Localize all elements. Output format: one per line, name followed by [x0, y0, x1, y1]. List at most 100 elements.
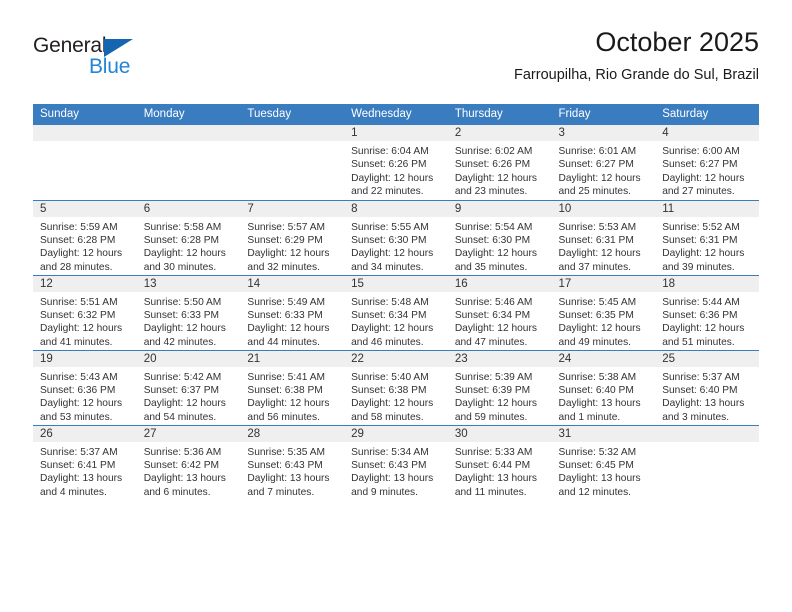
sunset-text: Sunset: 6:30 PM	[454, 234, 531, 246]
day-details: Sunrise: 6:02 AM Sunset: 6:26 PM Daylight:…	[448, 141, 552, 199]
day-number: 17	[551, 275, 656, 292]
day-details	[33, 141, 137, 145]
day-number: 28	[240, 425, 345, 442]
daylight-text-cont: and 39 minutes.	[662, 261, 735, 273]
day-cell[interactable]: 9 Sunrise: 5:54 AM Sunset: 6:30 PM Daylight…	[447, 199, 552, 275]
sunset-text: Sunset: 6:29 PM	[247, 234, 323, 246]
daylight-text-cont: and 23 minutes.	[454, 186, 528, 198]
day-number: 5	[33, 200, 137, 217]
sunrise-text: Sunrise: 5:40 AM	[351, 371, 429, 383]
sunset-text: Sunset: 6:38 PM	[351, 384, 427, 396]
daylight-text-cont: and 22 minutes.	[351, 186, 424, 198]
day-cell[interactable]: 12 Sunrise: 5:51 AM Sunset: 6:32 PM Dayligh…	[33, 274, 137, 350]
sunset-text: Sunset: 6:38 PM	[247, 384, 323, 396]
day-cell[interactable]: 29 Sunrise: 5:34 AM Sunset: 6:43 PM Dayligh…	[344, 424, 448, 500]
day-number: 25	[655, 350, 759, 367]
day-cell[interactable]: 16 Sunrise: 5:46 AM Sunset: 6:34 PM Dayligh…	[447, 274, 552, 350]
day-cell[interactable]: 15 Sunrise: 5:48 AM Sunset: 6:34 PM Dayligh…	[344, 274, 448, 350]
day-number: 7	[240, 200, 345, 217]
title-block: October 2025 Farroupilha, Rio Grande do …	[514, 26, 759, 85]
sunset-text: Sunset: 6:34 PM	[454, 309, 531, 321]
day-cell[interactable]: 27 Sunrise: 5:36 AM Sunset: 6:42 PM Dayligh…	[136, 424, 241, 500]
day-cell[interactable]: 13 Sunrise: 5:50 AM Sunset: 6:33 PM Dayligh…	[136, 274, 241, 350]
sunset-text: Sunset: 6:31 PM	[558, 234, 634, 246]
day-cell[interactable]: 18 Sunrise: 5:44 AM Sunset: 6:36 PM Dayligh…	[655, 274, 759, 350]
daylight-text: Daylight: 12 hours	[351, 398, 434, 410]
day-number: 3	[551, 125, 656, 141]
day-details: Sunrise: 5:45 AM Sunset: 6:35 PM Daylight:…	[552, 292, 656, 350]
day-details: Sunrise: 5:40 AM Sunset: 6:38 PM Daylight:…	[344, 367, 448, 425]
daylight-text-cont: and 56 minutes.	[247, 411, 320, 423]
sunrise-text: Sunrise: 5:58 AM	[143, 221, 222, 233]
day-number: 14	[240, 275, 345, 292]
day-cell[interactable]: 7 Sunrise: 5:57 AM Sunset: 6:29 PM Daylight…	[240, 199, 345, 275]
sunset-text: Sunset: 6:33 PM	[247, 309, 323, 321]
daylight-text: Daylight: 12 hours	[247, 398, 330, 410]
sunset-text: Sunset: 6:43 PM	[351, 459, 427, 471]
day-details: Sunrise: 5:51 AM Sunset: 6:32 PM Daylight:…	[33, 292, 137, 350]
sunrise-text: Sunrise: 5:53 AM	[558, 221, 637, 233]
day-cell[interactable]: 8 Sunrise: 5:55 AM Sunset: 6:30 PM Daylight…	[344, 199, 448, 275]
daylight-text-cont: and 47 minutes.	[454, 336, 528, 348]
sunset-text: Sunset: 6:28 PM	[40, 234, 116, 246]
sunset-text: Sunset: 6:26 PM	[454, 159, 531, 171]
day-details: Sunrise: 5:36 AM Sunset: 6:42 PM Daylight:…	[137, 442, 241, 500]
day-cell[interactable]: 19 Sunrise: 5:43 AM Sunset: 6:36 PM Dayligh…	[33, 349, 137, 425]
sunrise-text: Sunrise: 6:01 AM	[558, 146, 637, 157]
weekday-header-sunday: Sunday	[33, 104, 137, 125]
day-cell[interactable]: 17 Sunrise: 5:45 AM Sunset: 6:35 PM Dayligh…	[551, 274, 656, 350]
day-number	[136, 125, 241, 141]
sunrise-text: Sunrise: 5:52 AM	[662, 221, 740, 233]
calendar-header-row: Sunday Monday Tuesday Wednesday Thursday…	[33, 104, 759, 125]
day-cell[interactable]: 11 Sunrise: 5:52 AM Sunset: 6:31 PM Dayligh…	[655, 199, 759, 275]
day-cell[interactable]: 1 Sunrise: 6:04 AM Sunset: 6:26 PM Daylight…	[344, 125, 448, 200]
day-number: 26	[33, 425, 137, 442]
day-number: 31	[551, 425, 656, 442]
day-cell[interactable]: 4 Sunrise: 6:00 AM Sunset: 6:27 PM Daylight…	[655, 125, 759, 200]
day-cell[interactable]: 21 Sunrise: 5:41 AM Sunset: 6:38 PM Dayligh…	[240, 349, 345, 425]
sunrise-text: Sunrise: 5:37 AM	[662, 371, 740, 383]
day-cell[interactable]: 28 Sunrise: 5:35 AM Sunset: 6:43 PM Dayligh…	[240, 424, 345, 500]
day-details	[137, 141, 241, 145]
day-details: Sunrise: 5:59 AM Sunset: 6:28 PM Daylight:…	[33, 217, 137, 275]
page-header: General Blue October 2025 Farroupilha, R…	[33, 26, 759, 98]
day-cell[interactable]: 6 Sunrise: 5:58 AM Sunset: 6:28 PM Daylight…	[136, 199, 241, 275]
day-cell[interactable]: 3 Sunrise: 6:01 AM Sunset: 6:27 PM Daylight…	[551, 125, 656, 200]
day-cell[interactable]: 20 Sunrise: 5:42 AM Sunset: 6:37 PM Dayligh…	[136, 349, 241, 425]
day-cell[interactable]: 30 Sunrise: 5:33 AM Sunset: 6:44 PM Dayligh…	[447, 424, 552, 500]
day-details: Sunrise: 5:35 AM Sunset: 6:43 PM Daylight:…	[240, 442, 344, 500]
day-cell[interactable]: 22 Sunrise: 5:40 AM Sunset: 6:38 PM Dayligh…	[344, 349, 448, 425]
day-cell[interactable]: 10 Sunrise: 5:53 AM Sunset: 6:31 PM Dayligh…	[551, 199, 656, 275]
day-details: Sunrise: 5:50 AM Sunset: 6:33 PM Daylight:…	[137, 292, 241, 350]
day-number: 19	[33, 350, 137, 367]
sunrise-text: Sunrise: 5:54 AM	[454, 221, 533, 233]
day-details: Sunrise: 5:32 AM Sunset: 6:45 PM Daylight:…	[552, 442, 656, 500]
daylight-text: Daylight: 12 hours	[143, 323, 226, 335]
day-cell[interactable]: 24 Sunrise: 5:38 AM Sunset: 6:40 PM Dayligh…	[551, 349, 656, 425]
sunrise-text: Sunrise: 5:34 AM	[351, 446, 429, 458]
calendar-week-row: 12 Sunrise: 5:51 AM Sunset: 6:32 PM Dayligh…	[33, 274, 759, 350]
logo-text-blue: Blue	[89, 55, 131, 78]
daylight-text: Daylight: 12 hours	[351, 172, 434, 184]
day-number: 27	[136, 425, 241, 442]
day-cell[interactable]: 26 Sunrise: 5:37 AM Sunset: 6:41 PM Dayligh…	[33, 424, 137, 500]
calendar-week-row: 1 Sunrise: 6:04 AM Sunset: 6:26 PM Daylight…	[33, 125, 759, 200]
day-cell[interactable]: 14 Sunrise: 5:49 AM Sunset: 6:33 PM Dayligh…	[240, 274, 345, 350]
day-details: Sunrise: 5:37 AM Sunset: 6:40 PM Daylight:…	[655, 367, 759, 425]
day-cell[interactable]: 2 Sunrise: 6:02 AM Sunset: 6:26 PM Daylight…	[447, 125, 552, 200]
day-number: 4	[655, 125, 759, 141]
sunset-text: Sunset: 6:33 PM	[143, 309, 220, 321]
daylight-text-cont: and 1 minute.	[558, 411, 621, 423]
daylight-text: Daylight: 12 hours	[40, 248, 123, 260]
day-cell[interactable]: 31 Sunrise: 5:32 AM Sunset: 6:45 PM Dayligh…	[551, 424, 656, 500]
sunrise-text: Sunrise: 5:43 AM	[40, 371, 118, 383]
daylight-text-cont: and 30 minutes.	[143, 261, 217, 273]
calendar-body: 1 Sunrise: 6:04 AM Sunset: 6:26 PM Daylight…	[33, 125, 759, 500]
day-cell[interactable]: 5 Sunrise: 5:59 AM Sunset: 6:28 PM Daylight…	[33, 199, 137, 275]
day-details: Sunrise: 6:04 AM Sunset: 6:26 PM Daylight:…	[344, 141, 448, 199]
day-cell[interactable]: 23 Sunrise: 5:39 AM Sunset: 6:39 PM Dayligh…	[447, 349, 552, 425]
day-cell[interactable]: 25 Sunrise: 5:37 AM Sunset: 6:40 PM Dayligh…	[655, 349, 759, 425]
day-number: 8	[344, 200, 448, 217]
sunrise-text: Sunrise: 6:00 AM	[662, 146, 740, 157]
sunrise-text: Sunrise: 5:44 AM	[662, 296, 740, 308]
